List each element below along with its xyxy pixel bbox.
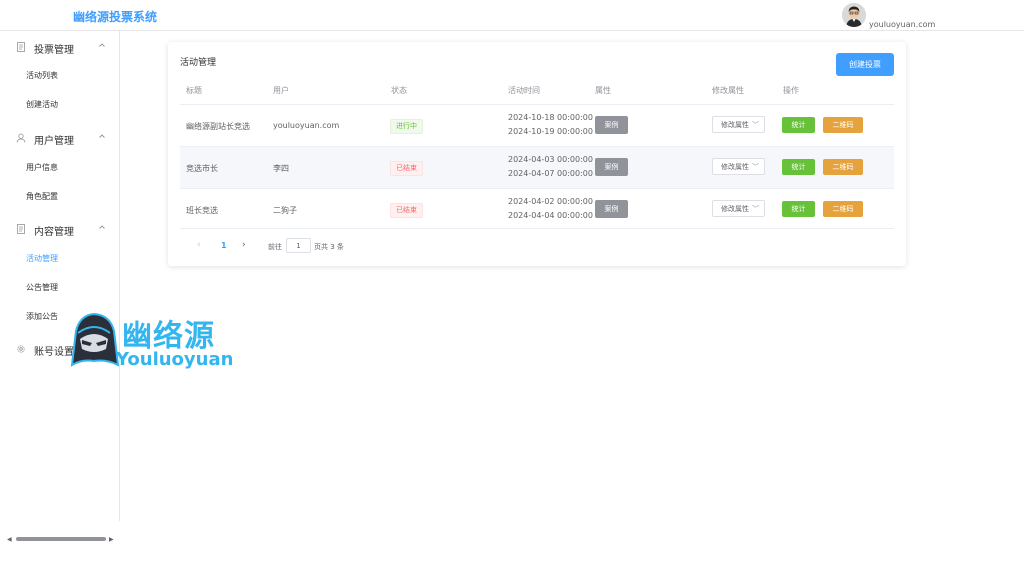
sidebar-item-activity-list[interactable]: 活动列表 bbox=[0, 65, 119, 87]
chevron-down-icon: ﹀ bbox=[752, 121, 759, 129]
sidebar-item-label: 角色配置 bbox=[26, 192, 58, 201]
sidebar-item-label: 公告管理 bbox=[26, 283, 58, 292]
row-time: 2024-10-18 00:00:00 2024-10-19 00:00:00 bbox=[508, 111, 593, 139]
chevron-up-icon bbox=[99, 134, 105, 138]
status-badge: 已结束 bbox=[390, 161, 423, 176]
sidebar-item-label: 添加公告 bbox=[26, 312, 58, 321]
menu-group-account[interactable]: 账号设置 bbox=[0, 335, 119, 363]
row-user: 二狗子 bbox=[273, 206, 297, 215]
menu-group-label: 投票管理 bbox=[34, 45, 74, 56]
sidebar-item-user-info[interactable]: 用户信息 bbox=[0, 157, 119, 179]
pagination: ‹ 1 › 前往 1 页共 3 条 bbox=[180, 236, 480, 256]
gear-icon bbox=[17, 345, 25, 353]
status-badge: 进行中 bbox=[390, 119, 423, 134]
app-title: 幽络源投票系统 bbox=[73, 10, 158, 24]
chevron-up-icon bbox=[99, 225, 105, 229]
menu-group-user[interactable]: 用户管理 bbox=[0, 124, 119, 152]
scroll-right-icon[interactable]: ▶ bbox=[109, 536, 114, 543]
sidebar-item-create-activity[interactable]: 创建活动 bbox=[0, 94, 119, 116]
row-start-time: 2024-10-18 00:00:00 bbox=[508, 113, 593, 122]
pagination-total: 页共 3 条 bbox=[314, 243, 344, 251]
user-icon bbox=[16, 133, 26, 143]
menu-group-label: 账号设置 bbox=[34, 347, 74, 358]
column-header-attr: 属性 bbox=[595, 86, 611, 95]
stat-button[interactable]: 统计 bbox=[782, 201, 815, 217]
select-value: 修改属性 bbox=[721, 121, 749, 129]
menu-group-vote[interactable]: 投票管理 bbox=[0, 33, 119, 61]
sidebar-item-activity-manage[interactable]: 活动管理 bbox=[0, 248, 119, 270]
stat-button[interactable]: 统计 bbox=[782, 117, 815, 133]
sidebar-item-add-notice[interactable]: 添加公告 bbox=[0, 306, 119, 328]
card-title: 活动管理 bbox=[180, 58, 217, 68]
prev-page-icon[interactable]: ‹ bbox=[197, 240, 201, 250]
column-header-time: 活动时间 bbox=[508, 86, 540, 95]
select-value: 修改属性 bbox=[721, 205, 749, 213]
row-start-time: 2024-04-02 00:00:00 bbox=[508, 197, 593, 206]
row-time: 2024-04-03 00:00:00 2024-04-07 00:00:00 bbox=[508, 153, 593, 181]
case-button[interactable]: 案例 bbox=[595, 116, 628, 134]
modify-attr-select[interactable]: 修改属性 ﹀ bbox=[712, 158, 765, 175]
column-header-status: 状态 bbox=[391, 86, 407, 95]
qrcode-button[interactable]: 二维码 bbox=[823, 117, 863, 133]
document-icon bbox=[17, 224, 25, 234]
modify-attr-select[interactable]: 修改属性 ﹀ bbox=[712, 200, 765, 217]
activity-card: 活动管理 创建投票 标题 用户 状态 活动时间 属性 修改属性 操作 幽络源副站… bbox=[168, 42, 906, 266]
document-icon bbox=[17, 42, 25, 52]
sidebar-item-notice-manage[interactable]: 公告管理 bbox=[0, 277, 119, 299]
avatar[interactable] bbox=[842, 3, 866, 27]
qrcode-button[interactable]: 二维码 bbox=[823, 159, 863, 175]
chevron-down-icon: ﹀ bbox=[752, 205, 759, 213]
sidebar-item-label: 创建活动 bbox=[26, 100, 58, 109]
sidebar: 投票管理 活动列表 创建活动 用户管理 用户信息 角色配置 内容管理 活动管理 … bbox=[0, 31, 120, 543]
case-button[interactable]: 案例 bbox=[595, 158, 628, 176]
row-title: 幽络源副站长竞选 bbox=[186, 122, 250, 131]
goto-label: 前往 bbox=[268, 243, 282, 251]
next-page-icon[interactable]: › bbox=[242, 240, 246, 250]
row-end-time: 2024-04-04 00:00:00 bbox=[508, 211, 593, 220]
sidebar-item-role-config[interactable]: 角色配置 bbox=[0, 186, 119, 208]
stat-button[interactable]: 统计 bbox=[782, 159, 815, 175]
row-start-time: 2024-04-03 00:00:00 bbox=[508, 155, 593, 164]
column-header-actions: 操作 bbox=[783, 86, 799, 95]
row-end-time: 2024-10-19 00:00:00 bbox=[508, 127, 593, 136]
sidebar-item-label: 活动管理 bbox=[26, 254, 58, 263]
sidebar-horizontal-scrollbar[interactable]: ◀ ▶ bbox=[5, 534, 117, 544]
create-vote-button[interactable]: 创建投票 bbox=[836, 53, 894, 76]
table-row: 竞选市长 李四 已结束 2024-04-03 00:00:00 2024-04-… bbox=[180, 147, 894, 188]
column-header-modify: 修改属性 bbox=[712, 86, 744, 95]
top-header: 幽络源投票系统 youluoyuan.com bbox=[0, 0, 1024, 31]
table-divider bbox=[180, 228, 894, 229]
table-row: 班长竞选 二狗子 已结束 2024-04-02 00:00:00 2024-04… bbox=[180, 189, 894, 230]
username[interactable]: youluoyuan.com bbox=[869, 20, 935, 29]
row-end-time: 2024-04-07 00:00:00 bbox=[508, 169, 593, 178]
scrollbar-thumb[interactable] bbox=[16, 537, 106, 541]
chevron-down-icon: ﹀ bbox=[752, 163, 759, 171]
menu-group-content[interactable]: 内容管理 bbox=[0, 215, 119, 243]
watermark-cn: 幽络源 bbox=[122, 319, 215, 354]
chevron-up-icon bbox=[99, 43, 105, 47]
modify-attr-select[interactable]: 修改属性 ﹀ bbox=[712, 116, 765, 133]
column-header-title: 标题 bbox=[186, 86, 202, 95]
select-value: 修改属性 bbox=[721, 163, 749, 171]
row-title: 竞选市长 bbox=[186, 164, 218, 173]
avatar-icon bbox=[842, 3, 866, 27]
column-header-user: 用户 bbox=[273, 86, 289, 95]
case-button[interactable]: 案例 bbox=[595, 200, 628, 218]
qrcode-button[interactable]: 二维码 bbox=[823, 201, 863, 217]
table-row: 幽络源副站长竞选 youluoyuan.com 进行中 2024-10-18 0… bbox=[180, 105, 894, 146]
scroll-left-icon[interactable]: ◀ bbox=[7, 536, 12, 543]
page-number-1[interactable]: 1 bbox=[221, 241, 227, 250]
row-user: 李四 bbox=[273, 164, 289, 173]
status-badge: 已结束 bbox=[390, 203, 423, 218]
sidebar-item-label: 活动列表 bbox=[26, 71, 58, 80]
menu-group-label: 用户管理 bbox=[34, 136, 74, 147]
row-user: youluoyuan.com bbox=[273, 121, 340, 130]
page-jump-input[interactable]: 1 bbox=[286, 238, 311, 253]
row-time: 2024-04-02 00:00:00 2024-04-04 00:00:00 bbox=[508, 195, 593, 223]
menu-group-label: 内容管理 bbox=[34, 227, 74, 238]
sidebar-item-label: 用户信息 bbox=[26, 163, 58, 172]
watermark-en: Youluoyuan bbox=[116, 349, 234, 370]
row-title: 班长竞选 bbox=[186, 206, 218, 215]
